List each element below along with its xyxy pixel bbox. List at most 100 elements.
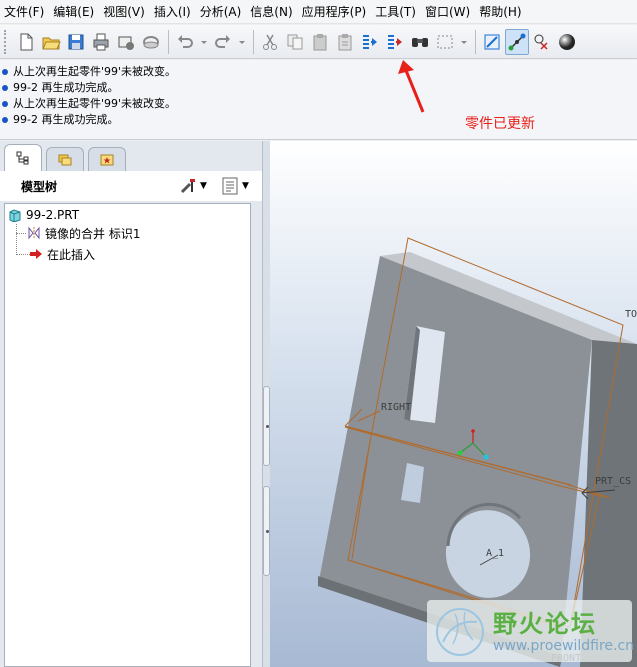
datum-label-top: TO xyxy=(625,309,637,320)
redo-dropdown-icon[interactable] xyxy=(236,29,248,55)
watermark-text: 野火论坛 xyxy=(493,610,597,638)
message-text: 99-2 再生成功完成。 xyxy=(13,81,119,94)
annotation-arrow-icon xyxy=(398,60,425,113)
toolbar xyxy=(0,25,637,59)
tools-icon xyxy=(180,179,195,194)
watermark-logo-icon xyxy=(436,608,484,656)
datum-label-prt-cs: PRT_CS xyxy=(595,476,632,487)
find-icon[interactable] xyxy=(408,29,432,55)
csys-y-point xyxy=(483,454,489,460)
select-box-icon[interactable] xyxy=(433,29,457,55)
watermark: 野火论坛 www.proewildfire.cn xyxy=(427,600,635,662)
toolbar-separator xyxy=(168,29,169,54)
send-mail-icon[interactable] xyxy=(114,29,138,55)
info-bullet-icon xyxy=(2,117,8,123)
insert-arrow-icon xyxy=(30,249,42,259)
print-icon[interactable] xyxy=(89,29,113,55)
message-text: 从上次再生起零件'99'未被改变。 xyxy=(13,65,177,78)
regenerate-icon[interactable] xyxy=(358,29,382,55)
tree-connector xyxy=(16,233,26,234)
menu-insert[interactable]: 插入(I) xyxy=(150,0,196,24)
menu-info[interactable]: 信息(N) xyxy=(246,0,297,24)
layer-tab[interactable] xyxy=(46,147,84,171)
info-bullet-icon xyxy=(2,85,8,91)
undo-icon[interactable] xyxy=(173,29,197,55)
message-area: 从上次再生起零件'99'未被改变。 99-2 再生成功完成。 从上次再生起零件'… xyxy=(0,60,637,140)
tree-node-label: 镜像的合并 标识1 xyxy=(45,226,141,241)
paste-special-icon[interactable] xyxy=(333,29,357,55)
save-icon[interactable] xyxy=(64,29,88,55)
datum-plane-icon[interactable] xyxy=(480,29,504,55)
model-tree-header: 模型树 ▼ ▼ xyxy=(0,171,262,201)
message-line: 99-2 再生成功完成。 xyxy=(0,80,118,96)
sash-dot xyxy=(266,425,269,428)
redo-icon[interactable] xyxy=(211,29,235,55)
message-line: 从上次再生起零件'99'未被改变。 xyxy=(0,96,176,112)
tree-connector xyxy=(16,254,30,255)
chevron-down-icon: ▼ xyxy=(200,181,207,191)
info-bullet-icon xyxy=(2,101,8,107)
tree-node-insert-here[interactable]: 在此插入 xyxy=(29,245,95,263)
regen-manager-icon[interactable] xyxy=(383,29,407,55)
message-line: 从上次再生起零件'99'未被改变。 xyxy=(0,64,176,80)
tree-show-button[interactable]: ▼ xyxy=(220,175,249,197)
shading-icon[interactable] xyxy=(555,29,579,55)
part-icon xyxy=(9,209,21,222)
message-text: 从上次再生起零件'99'未被改变。 xyxy=(13,97,177,110)
menu-file[interactable]: 文件(F) xyxy=(0,0,49,24)
model-viewport xyxy=(318,237,637,667)
annotation-text: 零件已更新 xyxy=(465,116,535,132)
panel-splitter[interactable] xyxy=(262,141,270,667)
csys-x-point xyxy=(457,450,463,456)
toolbar-separator xyxy=(253,29,254,54)
menu-window[interactable]: 窗口(W) xyxy=(421,0,475,24)
datum-label-a1: A_1 xyxy=(486,548,505,559)
copy-icon[interactable] xyxy=(283,29,307,55)
model-tree-title: 模型树 xyxy=(21,180,58,194)
sash-handle[interactable] xyxy=(263,386,270,466)
graphics-window[interactable]: TO RIGHT PRT_CS A_1 FRONT xyxy=(270,141,637,667)
select-dropdown-icon[interactable] xyxy=(458,29,470,55)
list-view-icon xyxy=(222,177,238,195)
paste-icon[interactable] xyxy=(308,29,332,55)
model-tree-icon xyxy=(16,151,29,165)
link-icon[interactable] xyxy=(139,29,163,55)
tree-node-mirror-merge[interactable]: 镜像的合并 标识1 xyxy=(27,224,140,242)
menu-bar: 文件(F) 编辑(E) 视图(V) 插入(I) 分析(A) 信息(N) 应用程序… xyxy=(0,0,637,24)
watermark-url: www.proewildfire.cn xyxy=(493,638,635,654)
menu-edit[interactable]: 编辑(E) xyxy=(49,0,99,24)
menu-view[interactable]: 视图(V) xyxy=(99,0,150,24)
favorites-tab[interactable] xyxy=(88,147,126,171)
toolbar-grip[interactable] xyxy=(4,29,8,54)
datum-point-icon[interactable] xyxy=(530,29,554,55)
undo-dropdown-icon[interactable] xyxy=(198,29,210,55)
menu-tools[interactable]: 工具(T) xyxy=(371,0,421,24)
menu-analysis[interactable]: 分析(A) xyxy=(196,0,247,24)
open-icon[interactable] xyxy=(39,29,63,55)
datum-label-right: RIGHT xyxy=(381,402,412,413)
tree-connector xyxy=(16,224,17,255)
navigator-panel: 模型树 ▼ ▼ 99-2.PRT 镜像的合并 标识1 在此插入 xyxy=(0,141,262,667)
model-tree: 99-2.PRT 镜像的合并 标识1 在此插入 xyxy=(4,203,251,667)
message-text: 99-2 再生成功完成。 xyxy=(13,113,119,126)
menu-applications[interactable]: 应用程序(P) xyxy=(298,0,372,24)
model-tree-tab[interactable] xyxy=(4,144,42,171)
sash-handle[interactable] xyxy=(263,486,270,576)
datum-axis-icon[interactable] xyxy=(505,28,529,55)
chevron-down-icon: ▼ xyxy=(242,181,249,191)
navigator-tabs xyxy=(0,141,262,171)
cut-icon[interactable] xyxy=(258,29,282,55)
new-icon[interactable] xyxy=(14,29,38,55)
sash-dot xyxy=(266,530,269,533)
info-bullet-icon xyxy=(2,69,8,75)
menu-help[interactable]: 帮助(H) xyxy=(475,0,526,24)
toolbar-separator xyxy=(475,29,476,54)
tree-node-label: 在此插入 xyxy=(47,247,96,262)
tree-settings-button[interactable]: ▼ xyxy=(178,175,207,197)
tree-node-label: 99-2.PRT xyxy=(26,208,80,222)
folder-tree-icon xyxy=(58,154,72,165)
mirror-feature-icon xyxy=(28,226,40,240)
tree-root-node[interactable]: 99-2.PRT xyxy=(8,206,79,224)
favorites-icon xyxy=(100,154,114,165)
csys-z-point xyxy=(471,429,475,433)
